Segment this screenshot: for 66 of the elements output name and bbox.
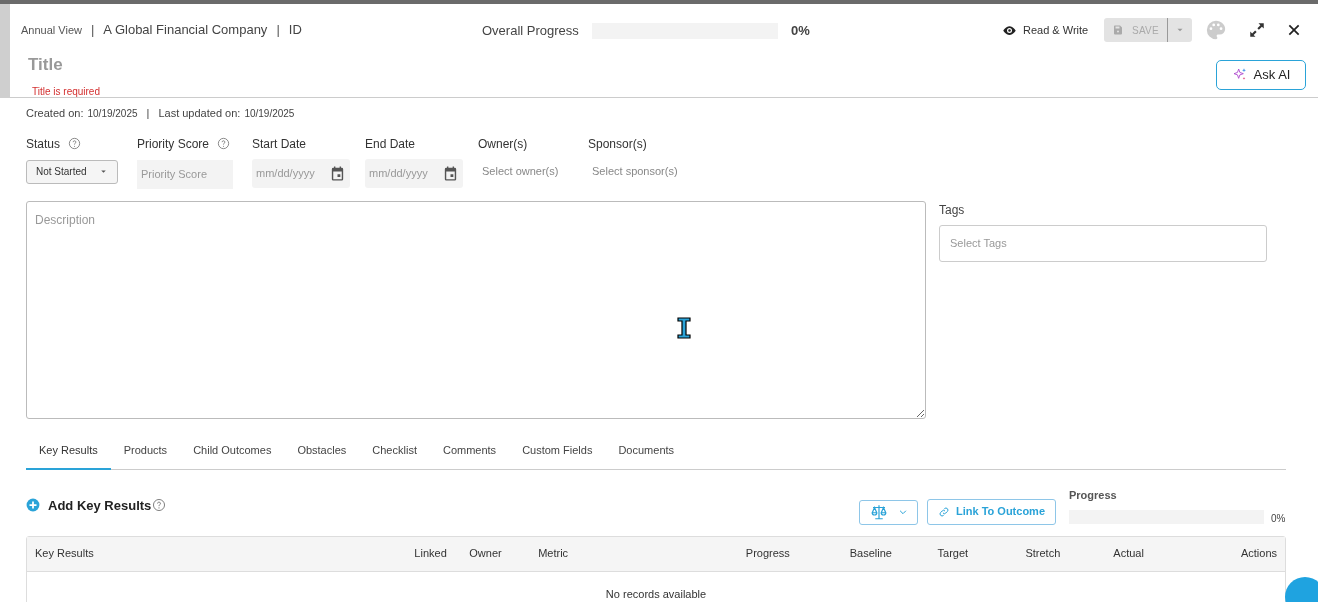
breadcrumb-item: ID [288, 21, 302, 39]
title-field[interactable]: Title [28, 52, 628, 78]
breadcrumb-item: Annual View [21, 22, 82, 38]
column-header: Progress [744, 546, 791, 562]
progress-value: 0% [1271, 511, 1286, 526]
field-label: Sponsor(s) [588, 135, 647, 153]
validation-error: Title is required [32, 85, 100, 99]
tab[interactable]: Child Outcomes [180, 433, 285, 470]
description-field[interactable]: Description [26, 200, 926, 419]
field-label: Status [26, 135, 61, 153]
tab[interactable]: Obstacles [284, 433, 360, 470]
palette-icon [1205, 19, 1227, 41]
access-mode: Read & Write [1023, 23, 1089, 38]
tab[interactable]: Documents [605, 433, 688, 470]
help-icon [217, 137, 231, 150]
calendar-icon [442, 164, 459, 182]
field-label: Start Date [252, 135, 307, 153]
created-label: Created on: [26, 106, 84, 121]
priority-score-field[interactable]: Priority Score [137, 159, 233, 189]
status-dropdown[interactable]: Not Started [26, 159, 118, 184]
tab[interactable]: Checklist [359, 433, 430, 470]
column-header: Actions [1239, 546, 1278, 562]
chevron-down-icon [897, 507, 908, 517]
calendar-icon [329, 164, 346, 182]
column-header: Actual [1112, 546, 1145, 562]
field-label: Priority Score [137, 135, 210, 153]
progress-value: 0% [791, 22, 810, 40]
column-header: Linked [413, 546, 448, 562]
people-picker[interactable]: Select sponsor(s) [588, 162, 698, 179]
tab[interactable]: Products [110, 433, 181, 470]
close-icon [1286, 22, 1302, 38]
breadcrumb-item: A Global Financial Company [103, 21, 268, 39]
separator: | [146, 106, 150, 121]
plus-circle-icon [26, 498, 40, 513]
column-header: Stretch [1024, 546, 1062, 562]
field-label: End Date [365, 135, 416, 153]
people-picker[interactable]: Select owner(s) [478, 162, 588, 179]
expand-icon [1248, 21, 1266, 39]
separator: | [276, 21, 280, 39]
help-icon [68, 137, 82, 150]
empty-message: No records available [605, 586, 707, 602]
sparkles-icon [1231, 67, 1248, 83]
tab[interactable]: Custom Fields [509, 433, 606, 470]
scale-dropdown-button[interactable] [859, 499, 918, 525]
progress-label: Progress [1069, 487, 1117, 503]
field-label: Owner(s) [478, 135, 528, 153]
ask-ai-button[interactable]: Ask AI [1216, 60, 1306, 90]
scale-icon [869, 503, 888, 521]
caret-icon [99, 167, 108, 176]
updated-date: 10/19/2025 [244, 106, 295, 121]
updated-label: Last updated on: [158, 106, 241, 121]
column-header: Baseline [848, 546, 893, 562]
created-date: 10/19/2025 [87, 106, 138, 121]
separator: | [90, 21, 95, 39]
tags-field[interactable]: Select Tags [939, 224, 1267, 262]
add-key-results-button[interactable]: Add Key Results [26, 495, 152, 515]
column-header: Owner [468, 546, 503, 562]
column-header: Target [936, 546, 970, 562]
tags-label: Tags [939, 201, 966, 219]
column-header: Metric [537, 546, 570, 562]
tab[interactable]: Comments [429, 433, 510, 470]
help-icon [152, 497, 166, 512]
tab[interactable]: Key Results [26, 433, 111, 470]
link-icon [938, 505, 950, 518]
progress-label: Overall Progress [482, 22, 580, 40]
column-header: Key Results [34, 546, 95, 562]
